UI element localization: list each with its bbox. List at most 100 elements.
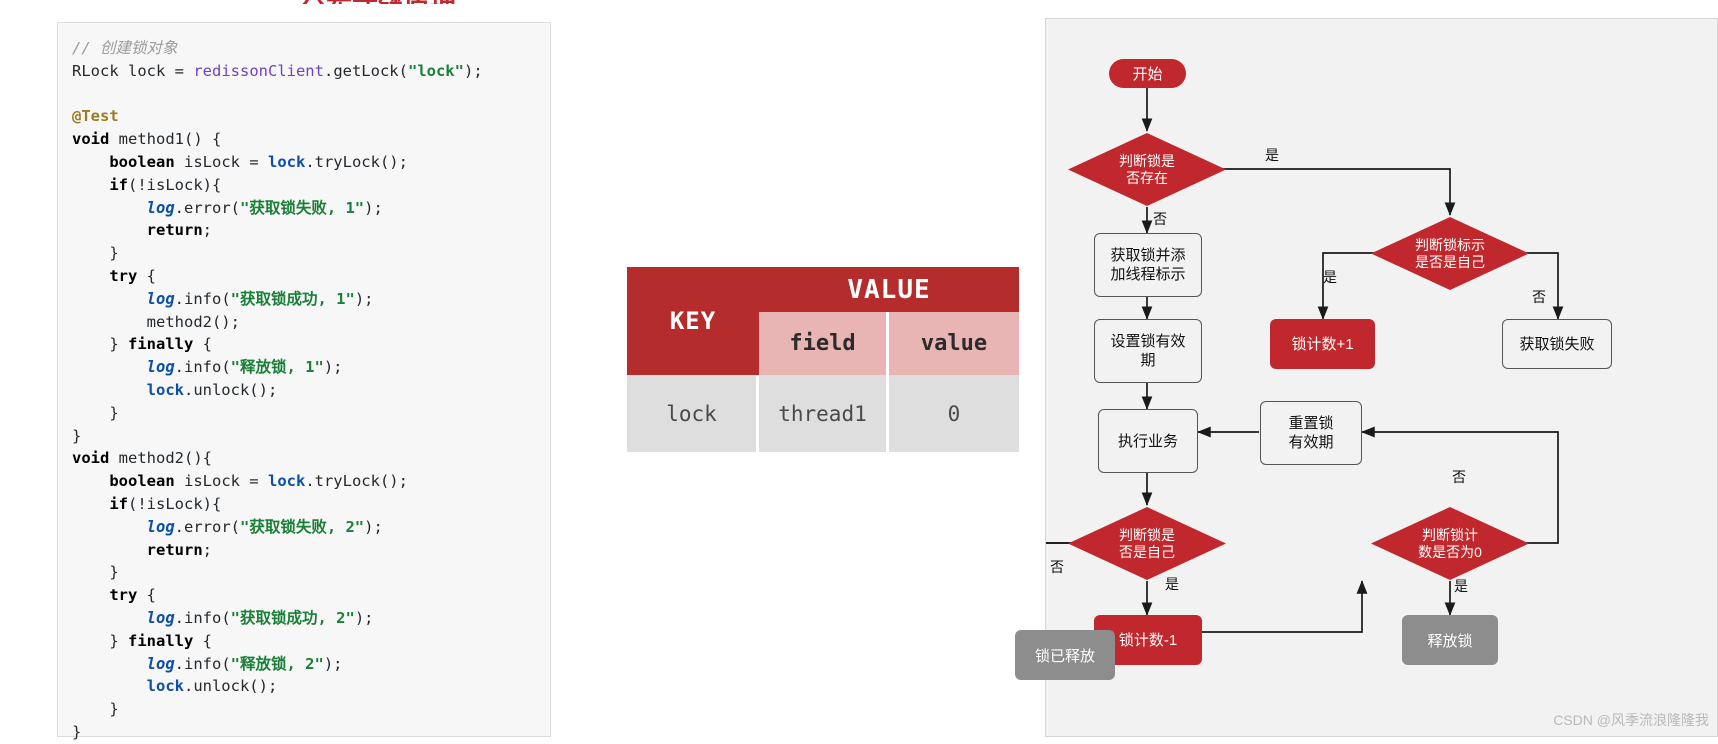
code-token: "获取锁成功, 2" [231,609,355,627]
code-token: "获取锁成功, 1" [231,290,355,308]
code-token [72,199,147,217]
code-line: log.info("释放锁, 1"); [72,356,550,379]
code-token: finally [128,335,193,353]
code-line: @Test [72,105,550,128]
code-token: } [72,632,128,650]
code-token: .info( [175,358,231,376]
table-value-header: VALUE [759,267,1019,312]
code-line: RLock lock = redissonClient.getLock("loc… [72,60,550,83]
code-token: log [147,358,175,376]
code-token: if [109,176,128,194]
table-cell-key: lock [627,375,759,452]
code-token [72,518,147,536]
code-token [72,586,109,604]
code-line: log.error("获取锁失败, 1"); [72,197,550,220]
code-line: return; [72,219,550,242]
code-line: } [72,698,550,721]
code-token: .unlock(); [184,381,277,399]
code-token: isLock = [175,472,268,490]
code-line: } [72,242,550,265]
code-token [72,153,109,171]
code-token: boolean [109,472,174,490]
node-lock-released: 锁已释放 [1015,630,1115,680]
code-line: boolean isLock = lock.tryLock(); [72,470,550,493]
edge-label-yes-3: 是 [1165,574,1179,594]
code-line: lock.unlock(); [72,379,550,402]
code-line: } [72,561,550,584]
code-line: log.info("获取锁成功, 1"); [72,288,550,311]
code-token: ); [324,358,343,376]
flowchart-panel: 开始 判断锁是 否存在 获取锁并添 加线程标示 设置锁有效 期 判断锁标示 是否… [1045,18,1718,737]
node-start: 开始 [1109,59,1186,88]
code-token: return [147,221,203,239]
page-title: 分布式锁原理 [300,0,560,4]
code-line: if(!isLock){ [72,174,550,197]
code-token: lock = [119,62,194,80]
edge-label-yes-4: 是 [1454,576,1468,596]
code-token: .tryLock(); [305,472,408,490]
code-token: { [193,335,212,353]
code-token: ; [203,221,212,239]
code-token: return [147,541,203,559]
code-line: void method1() { [72,128,550,151]
code-line: } [72,425,550,448]
node-release-lock: 释放锁 [1402,615,1498,665]
code-line: // 创建锁对象 [72,37,550,60]
code-token: } [72,700,119,718]
code-token: ; [203,541,212,559]
code-token: } [72,404,119,422]
code-token [72,541,147,559]
code-token [72,495,109,513]
edge-label-no-4: 否 [1452,467,1466,487]
code-token: { [137,267,156,285]
code-line: method2(); [72,311,550,334]
code-token: finally [128,632,193,650]
code-token: "lock" [408,62,464,80]
code-panel: // 创建锁对象RLock lock = redissonClient.getL… [57,22,551,737]
code-token: method2(){ [109,449,212,467]
code-token: (!isLock){ [128,176,221,194]
node-check-owner-self: 判断锁标示 是否是自己 [1369,215,1531,292]
code-token: RLock [72,62,119,80]
code-token: .tryLock(); [305,153,408,171]
code-token: ); [364,199,383,217]
table-value-subheader: value [889,312,1019,375]
code-token [72,609,147,627]
code-line: } finally { [72,630,550,653]
code-token [72,290,147,308]
code-token: try [109,267,137,285]
table-key-header: KEY [627,267,759,375]
code-token: .unlock(); [184,677,277,695]
code-token [72,655,147,673]
code-token: log [147,609,175,627]
code-token [72,267,109,285]
code-token: "获取锁失败, 1" [240,199,364,217]
code-line: void method2(){ [72,447,550,470]
edge-label-no-1: 否 [1153,209,1167,229]
code-token: log [147,655,175,673]
node-lock-count-inc: 锁计数+1 [1270,319,1375,369]
watermark: CSDN @风季流浪隆隆我 [1553,710,1709,730]
code-line: log.info("释放锁, 2"); [72,653,550,676]
code-token [72,358,147,376]
redis-hash-table: KEY VALUE field value lock thread1 0 [627,267,1019,452]
code-token: @Test [72,107,119,125]
code-token: redissonClient [193,62,324,80]
code-token: method1() { [109,130,221,148]
code-token: isLock = [175,153,268,171]
edge-label-yes-1: 是 [1265,145,1279,165]
code-line [72,83,550,106]
code-token: ); [355,609,374,627]
code-token: "获取锁失败, 2" [240,518,364,536]
code-token [72,221,147,239]
code-token [72,472,109,490]
code-token: { [193,632,212,650]
code-token: ); [355,290,374,308]
code-token: .info( [175,290,231,308]
code-token: } [72,335,128,353]
code-token: lock [268,472,305,490]
node-check-lock-exists: 判断锁是 否存在 [1066,131,1228,208]
code-line: } [72,721,550,744]
edge-label-yes-2: 是 [1323,267,1337,287]
code-token: "释放锁, 1" [231,358,324,376]
